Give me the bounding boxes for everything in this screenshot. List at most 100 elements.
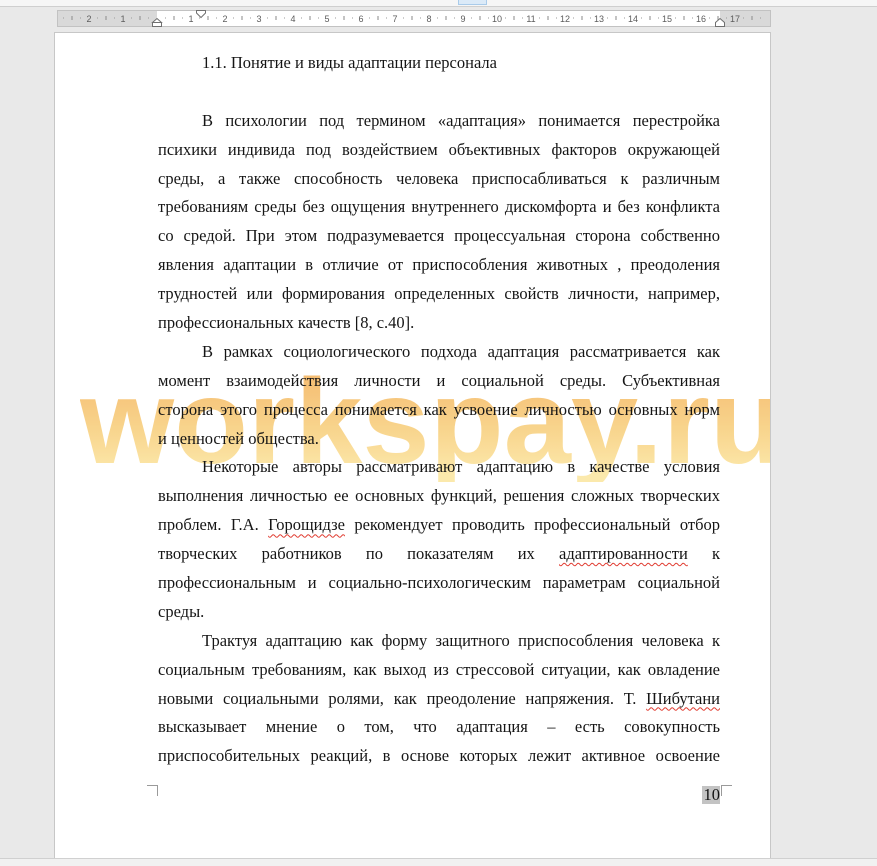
ruler-number: 4 [290, 14, 295, 24]
ruler-tick [471, 17, 472, 19]
ruler-number: 11 [526, 14, 535, 24]
paragraph-line[interactable]: В психологии под термином «адаптация» по… [158, 107, 720, 136]
ruler-number: 1 [120, 14, 125, 24]
ruler-tick [607, 17, 608, 19]
ruler-tick [165, 17, 166, 19]
ruler-number: 3 [256, 14, 261, 24]
ruler-tick [80, 17, 81, 19]
ruler-tick [709, 17, 710, 19]
ruler-number: 14 [628, 14, 638, 24]
ribbon-bottom-edge [0, 0, 877, 7]
paragraph-line[interactable]: сторона этого процесса понимается как ус… [158, 396, 720, 425]
ruler-tick [335, 17, 336, 19]
misspelled-word[interactable]: адаптированности [559, 544, 688, 563]
ruler-tick [301, 17, 302, 19]
left-indent-marker[interactable] [152, 22, 162, 27]
document-body[interactable]: 1.1. Понятие и виды адаптации персонала … [158, 49, 720, 771]
ruler-tick [760, 17, 761, 19]
paragraph-line[interactable]: социальным требованиям, как выход из стр… [158, 656, 720, 685]
paragraph-line[interactable]: среды, а также способность человека прис… [158, 165, 720, 194]
paragraph-line[interactable]: трудностей или формирования определенных… [158, 280, 720, 309]
ruler-tick [267, 17, 268, 19]
paragraph[interactable]: Некоторые авторы рассматривают адаптацию… [158, 453, 720, 626]
paragraph-line[interactable]: В рамках социологического подхода адапта… [158, 338, 720, 367]
ruler-number: 17 [730, 14, 740, 24]
ruler-number: 12 [560, 14, 570, 24]
ruler-tick [675, 17, 676, 19]
ruler-tick [539, 17, 540, 19]
ruler-number: 8 [426, 14, 431, 24]
paragraph[interactable]: В рамках социологического подхода адапта… [158, 338, 720, 454]
paragraph-line[interactable]: среды. [158, 598, 720, 627]
ruler-tick [624, 17, 625, 19]
ruler-number: 9 [460, 14, 465, 24]
ruler-tick [505, 17, 506, 19]
paragraph-line[interactable]: Трактуя адаптацию как форму защитного пр… [158, 627, 720, 656]
ruler-number: 5 [324, 14, 329, 24]
ruler-tick [182, 17, 183, 19]
ruler-tick [692, 17, 693, 19]
paragraph-line[interactable]: Некоторые авторы рассматривают адаптацию… [158, 453, 720, 482]
paragraph-line[interactable]: проблем. Г.А. Горощидзе рекомендует пров… [158, 511, 720, 540]
ruler-number: 1 [188, 14, 193, 24]
ruler-tick [454, 17, 455, 19]
ruler-tick [590, 17, 591, 19]
ruler-tick [437, 17, 438, 19]
line-text[interactable]: к [688, 544, 720, 563]
ruler-number: 2 [222, 14, 227, 24]
ruler-tick [403, 17, 404, 19]
horizontal-ruler[interactable]: 2 1 1 2 3 4 5 6 7 8 9 10 11 12 13 14 15 … [57, 10, 771, 28]
line-text[interactable]: проблем. Г.А. [158, 515, 268, 534]
paragraph-line[interactable]: творческих работников по показателям их … [158, 540, 720, 569]
misspelled-word[interactable]: Шибутани [646, 689, 720, 708]
line-text[interactable]: творческих работников по показателям их [158, 544, 559, 563]
line-text[interactable]: рекомендует проводить профессиональный о… [345, 515, 720, 534]
text-boundary-corner-left [147, 785, 158, 796]
section-heading[interactable]: 1.1. Понятие и виды адаптации персонала [158, 49, 720, 78]
ruler-number: 16 [696, 14, 706, 24]
paragraph-line[interactable]: требованиям среды без ощущения внутренне… [158, 193, 720, 222]
ruler-tick [318, 17, 319, 19]
paragraph-line[interactable]: явления адаптации в отличие от приспособ… [158, 251, 720, 280]
ruler-tick [386, 17, 387, 19]
ruler-tick [658, 17, 659, 19]
paragraph-line[interactable]: профессиональным и социально-психологиче… [158, 569, 720, 598]
ruler-tick [743, 17, 744, 19]
paragraph-line[interactable]: выполнения личностью ее основных функций… [158, 482, 720, 511]
paragraph-line[interactable]: со средой. При этом подразумевается проц… [158, 222, 720, 251]
empty-line[interactable] [158, 78, 720, 107]
paragraph-line[interactable]: новыми социальными ролями, как преодолен… [158, 685, 720, 714]
line-text[interactable]: новыми социальными ролями, как преодолен… [158, 689, 646, 708]
ruler-number: 15 [662, 14, 672, 24]
ruler-right-margin[interactable] [720, 11, 770, 26]
ruler-tick [97, 17, 98, 19]
ruler-tick [199, 17, 200, 19]
paragraph-line[interactable]: приспособительных реакций, в основе кото… [158, 742, 720, 771]
paragraph[interactable]: Трактуя адаптацию как форму защитного пр… [158, 627, 720, 771]
paragraph-line[interactable]: психики индивида под воздействием объект… [158, 136, 720, 165]
misspelled-word[interactable]: Горощидзе [268, 515, 345, 534]
ruler-tick [488, 17, 489, 19]
ruler-tick [573, 17, 574, 19]
ruler-tick [63, 17, 64, 19]
ruler-tick [233, 17, 234, 19]
top-edge-tab[interactable] [458, 0, 487, 5]
text-boundary-corner-right [721, 785, 732, 796]
ruler-tick [726, 17, 727, 19]
ruler-number: 10 [492, 14, 502, 24]
ruler-tick [369, 17, 370, 19]
page-number: 10 [702, 785, 720, 804]
paragraph-line[interactable]: высказывает мнение о том, что адаптация … [158, 713, 720, 742]
ruler-tick [352, 17, 353, 19]
paragraph-line[interactable]: профессиональных качеств [8, с.40]. [158, 309, 720, 338]
document-page[interactable]: workspay.ru 1.1. Понятие и виды адаптаци… [55, 33, 770, 858]
ruler-left-margin[interactable] [58, 11, 157, 26]
horizontal-scrollbar[interactable] [0, 858, 877, 866]
ruler-tick [131, 17, 132, 19]
ruler-tick [420, 17, 421, 19]
paragraph-line[interactable]: момент взаимодействия личности и социаль… [158, 367, 720, 396]
paragraph[interactable]: В психологии под термином «адаптация» по… [158, 107, 720, 338]
ruler-tick [284, 17, 285, 19]
paragraph-line[interactable]: и ценностей общества. [158, 425, 720, 454]
ruler-number: 6 [358, 14, 363, 24]
